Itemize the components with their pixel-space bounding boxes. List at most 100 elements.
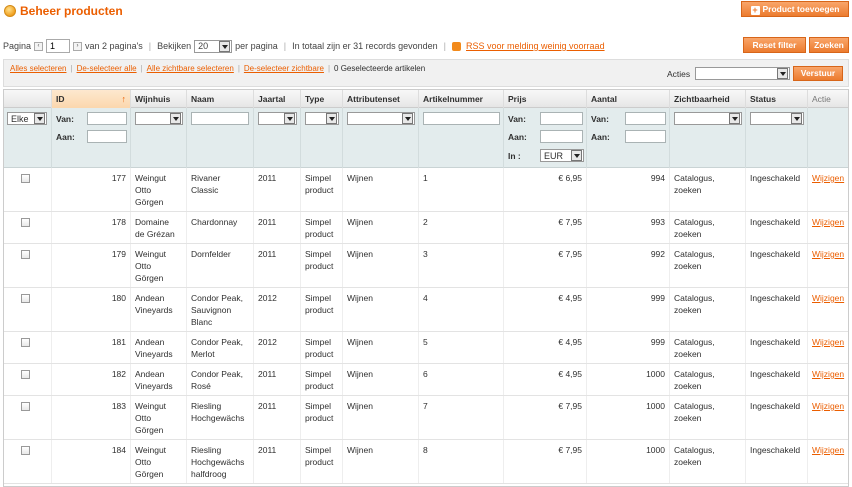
cell-text: Wijnen	[347, 293, 373, 303]
filter-to-label: Aan:	[591, 132, 610, 142]
col-winery[interactable]: Wijnhuis	[131, 90, 187, 108]
row-checkbox[interactable]	[21, 250, 30, 259]
row-checkbox[interactable]	[21, 218, 30, 227]
cell-text: € 7,95	[558, 445, 582, 455]
select-all-link[interactable]: Alles selecteren	[10, 64, 66, 73]
table-row[interactable]: 183 Weingut Otto Görgen Riesling Hochgewächs 2…	[4, 396, 848, 440]
next-page-icon[interactable]: ›	[73, 41, 83, 51]
cell-sku: 4	[419, 288, 504, 331]
cell-text: € 6,95	[558, 173, 582, 183]
filter-sku-input[interactable]	[423, 112, 500, 125]
unselect-all-link[interactable]: De-selecteer alle	[77, 64, 137, 73]
cell-qty: 999	[587, 332, 670, 363]
cell-text: product	[305, 305, 334, 315]
cell-text: 7	[423, 401, 428, 411]
cell-text: Simpel	[305, 337, 331, 347]
cell-text: Weingut	[135, 173, 167, 183]
cell-text: Otto	[135, 413, 152, 423]
rss-low-stock-link[interactable]: RSS voor melding weinig voorraad	[466, 41, 605, 51]
unselect-visible-link[interactable]: De-selecteer zichtbare	[244, 64, 324, 73]
add-product-label: Product toevoegen	[762, 4, 840, 14]
cell-text: Sauvignon	[191, 305, 232, 315]
table-row[interactable]: 180 Andean Vineyards Condor Peak, Sauvignon B…	[4, 288, 848, 332]
cell-text: Catalogus,	[674, 369, 715, 379]
cell-text: halfdroog	[191, 469, 227, 479]
filter-status-cell	[746, 108, 808, 168]
filter-name-input[interactable]	[191, 112, 249, 125]
col-sku[interactable]: Artikelnummer	[419, 90, 504, 108]
col-year[interactable]: Jaartal	[254, 90, 301, 108]
cell-text: Ingeschakeld	[750, 249, 801, 259]
table-row[interactable]: 179 Weingut Otto Görgen Dornfelder 2011 Simpel…	[4, 244, 848, 288]
col-action: Actie	[808, 90, 848, 108]
col-qty[interactable]: Aantal	[587, 90, 670, 108]
edit-link[interactable]: Wijzigen	[812, 400, 845, 412]
cell-status: Ingeschakeld	[746, 440, 808, 483]
filter-status-select[interactable]	[750, 112, 804, 125]
filter-price-to-input[interactable]	[540, 130, 583, 143]
filter-winery-select[interactable]	[135, 112, 183, 125]
cell-id: 183	[52, 396, 131, 439]
per-page-select[interactable]: 20	[194, 39, 233, 53]
row-checkbox[interactable]	[21, 402, 30, 411]
filter-currency-select[interactable]: EUR	[540, 149, 584, 162]
table-row[interactable]: 182 Andean Vineyards Condor Peak, Rosé 2011 Si…	[4, 364, 848, 396]
filter-id-to-input[interactable]	[87, 130, 127, 143]
col-name[interactable]: Naam	[187, 90, 254, 108]
filter-qty-to-input[interactable]	[625, 130, 666, 143]
actions-select[interactable]	[695, 67, 790, 80]
col-status[interactable]: Status	[746, 90, 808, 108]
filter-qty-from-input[interactable]	[625, 112, 666, 125]
row-checkbox[interactable]	[21, 338, 30, 347]
filter-attrset-cell	[343, 108, 419, 168]
filter-type-select[interactable]	[305, 112, 339, 125]
cell-text: Simpel	[305, 249, 331, 259]
row-checkbox[interactable]	[21, 446, 30, 455]
add-product-button[interactable]: + Product toevoegen	[741, 1, 849, 17]
cell-text: Catalogus,	[674, 401, 715, 411]
row-checkbox[interactable]	[21, 174, 30, 183]
col-id[interactable]: ID ↑	[52, 90, 131, 108]
row-checkbox[interactable]	[21, 294, 30, 303]
col-visibility[interactable]: Zichtbaarheid	[670, 90, 746, 108]
filter-year-select[interactable]	[258, 112, 297, 125]
col-price[interactable]: Prijs	[504, 90, 587, 108]
cell-action: Wijzigen	[808, 364, 848, 395]
cell-text: 2012	[258, 293, 277, 303]
cell-text: Ingeschakeld	[750, 369, 801, 379]
table-row[interactable]: 177 Weingut Otto Görgen Rivaner Classic 2011 Si…	[4, 168, 848, 212]
edit-link[interactable]: Wijzigen	[812, 216, 845, 228]
filter-price-from-input[interactable]	[540, 112, 583, 125]
page-number-input[interactable]	[46, 39, 71, 53]
row-checkbox[interactable]	[21, 370, 30, 379]
cell-text: 6	[423, 369, 428, 379]
reset-filter-button[interactable]: Reset filter	[743, 37, 806, 53]
prev-page-icon[interactable]: ‹	[34, 41, 44, 51]
cell-winery: Domaine de Grézan	[131, 212, 187, 243]
submit-actions-button[interactable]: Verstuur	[793, 66, 843, 81]
search-button[interactable]: Zoeken	[809, 37, 849, 53]
cell-text: Vineyards	[135, 305, 173, 315]
edit-link[interactable]: Wijzigen	[812, 172, 845, 184]
filter-checkbox-cell: Elke	[4, 108, 52, 168]
cell-text: 1000	[646, 445, 665, 455]
filter-attrset-select[interactable]	[347, 112, 415, 125]
filter-id-from-input[interactable]	[87, 112, 127, 125]
table-row[interactable]: 181 Andean Vineyards Condor Peak, Merlot 2012…	[4, 332, 848, 364]
edit-link[interactable]: Wijzigen	[812, 336, 845, 348]
select-visible-link[interactable]: Alle zichtbare selecteren	[147, 64, 234, 73]
cell-winery: Andean Vineyards	[131, 288, 187, 331]
col-attribute-set[interactable]: Attributenset	[343, 90, 419, 108]
filter-visibility-select[interactable]	[674, 112, 742, 125]
filter-from-label: Van:	[508, 114, 526, 124]
table-row[interactable]: 178 Domaine de Grézan Chardonnay 2011 Simpel p…	[4, 212, 848, 244]
chevron-down-icon	[34, 113, 45, 124]
cell-type: Simpel product	[301, 168, 343, 211]
col-type[interactable]: Type	[301, 90, 343, 108]
table-row[interactable]: 184 Weingut Otto Görgen Riesling Hochgewächs h…	[4, 440, 848, 484]
filter-checkbox-select[interactable]: Elke	[7, 112, 47, 125]
edit-link[interactable]: Wijzigen	[812, 368, 845, 380]
edit-link[interactable]: Wijzigen	[812, 292, 845, 304]
edit-link[interactable]: Wijzigen	[812, 444, 845, 456]
edit-link[interactable]: Wijzigen	[812, 248, 845, 260]
